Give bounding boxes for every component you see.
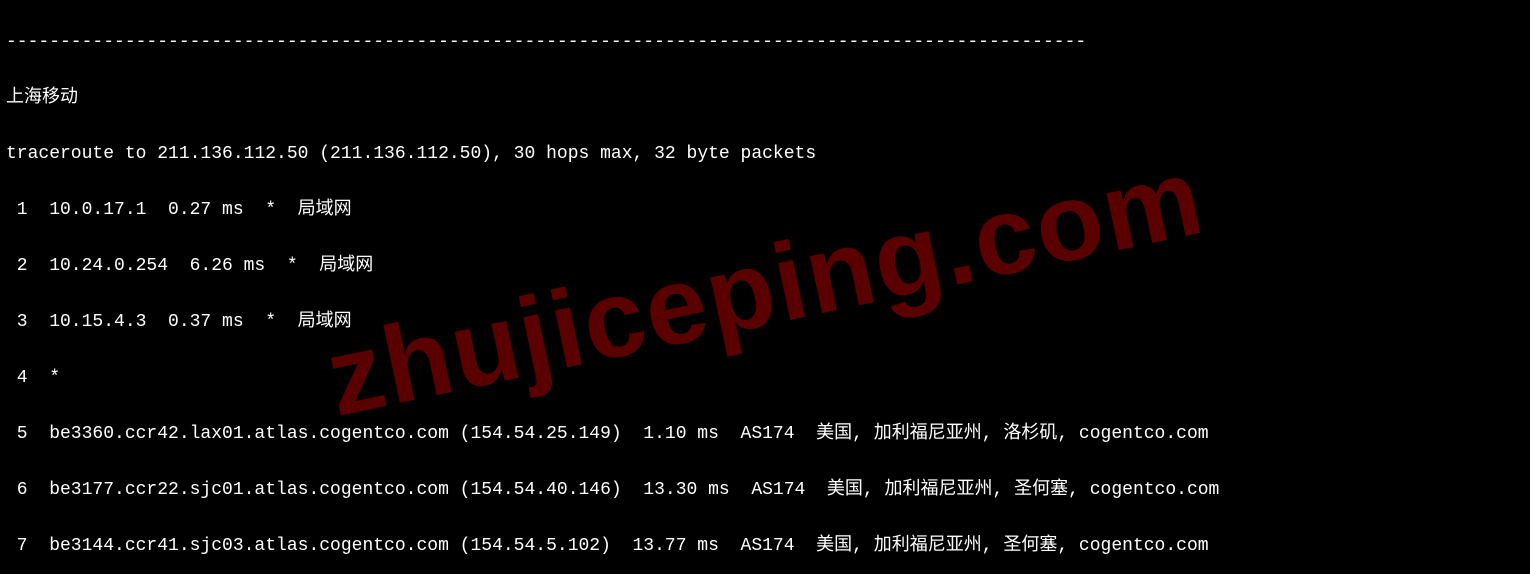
hop-detail: 10.0.17.1 0.27 ms * 局域网 bbox=[49, 200, 351, 220]
terminal-output: ----------------------------------------… bbox=[0, 0, 1530, 574]
hop-row: 6 be3177.ccr22.sjc01.atlas.cogentco.com … bbox=[6, 476, 1524, 504]
hop-number: 1 bbox=[6, 196, 28, 224]
hop-detail: 10.24.0.254 6.26 ms * 局域网 bbox=[49, 256, 373, 276]
hop-detail: be3360.ccr42.lax01.atlas.cogentco.com (1… bbox=[49, 424, 1208, 444]
hop-detail: be3144.ccr41.sjc03.atlas.cogentco.com (1… bbox=[49, 536, 1208, 556]
hop-detail: * bbox=[49, 368, 60, 388]
hop-number: 6 bbox=[6, 476, 28, 504]
hop-detail: be3177.ccr22.sjc01.atlas.cogentco.com (1… bbox=[49, 480, 1219, 500]
hop-number: 7 bbox=[6, 532, 28, 560]
hop-detail: 10.15.4.3 0.37 ms * 局域网 bbox=[49, 312, 351, 332]
hop-number: 5 bbox=[6, 420, 28, 448]
trace-title: 上海移动 bbox=[6, 84, 1524, 112]
hop-row: 3 10.15.4.3 0.37 ms * 局域网 bbox=[6, 308, 1524, 336]
hop-row: 2 10.24.0.254 6.26 ms * 局域网 bbox=[6, 252, 1524, 280]
separator-line: ----------------------------------------… bbox=[6, 28, 1524, 56]
hop-row: 5 be3360.ccr42.lax01.atlas.cogentco.com … bbox=[6, 420, 1524, 448]
hop-row: 7 be3144.ccr41.sjc03.atlas.cogentco.com … bbox=[6, 532, 1524, 560]
hop-number: 2 bbox=[6, 252, 28, 280]
hop-number: 3 bbox=[6, 308, 28, 336]
hop-number: 4 bbox=[6, 364, 28, 392]
hop-row: 1 10.0.17.1 0.27 ms * 局域网 bbox=[6, 196, 1524, 224]
trace-header: traceroute to 211.136.112.50 (211.136.11… bbox=[6, 140, 1524, 168]
hop-row: 4 * bbox=[6, 364, 1524, 392]
